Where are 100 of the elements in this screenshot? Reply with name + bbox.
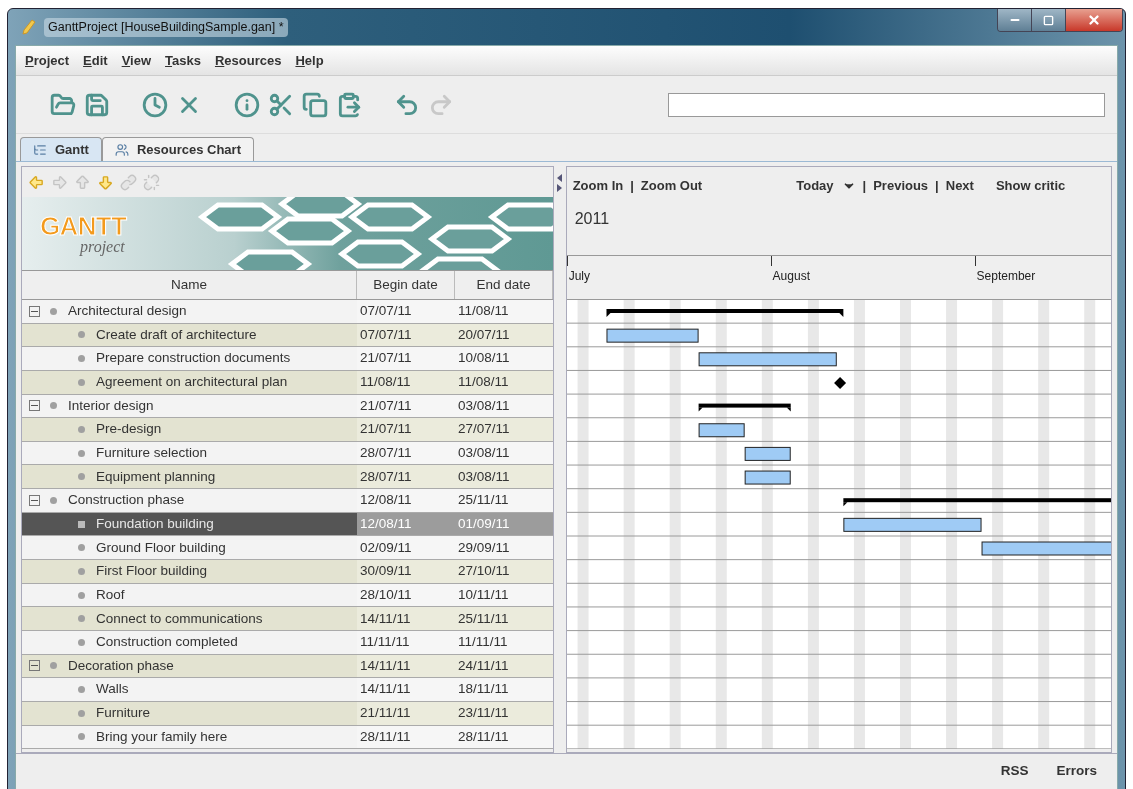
column-header[interactable]: Begin date <box>357 271 455 299</box>
summary-bar[interactable] <box>843 498 1111 507</box>
begin-date: 07/07/11 <box>357 300 455 323</box>
task-bar[interactable] <box>843 517 982 532</box>
task-bullet-icon <box>78 544 85 552</box>
splitter-arrows-icon[interactable] <box>556 174 563 192</box>
collapse-icon[interactable] <box>29 400 40 412</box>
task-bullet-icon <box>78 733 85 741</box>
end-date: 11/08/11 <box>455 370 553 394</box>
toolbar-link[interactable]: Previous <box>873 176 929 196</box>
task-name: Interior design <box>68 396 154 415</box>
task-bullet-icon <box>78 567 85 575</box>
begin-date: 02/09/11 <box>357 536 455 560</box>
window-title: GanttProject [HouseBuildingSample.gan] * <box>44 18 288 37</box>
begin-date: 21/07/11 <box>357 418 455 441</box>
begin-date: 14/11/11 <box>357 607 455 630</box>
begin-date: 14/11/11 <box>357 654 455 678</box>
task-bullet-icon <box>78 615 85 623</box>
task-name: Furniture selection <box>96 444 208 463</box>
begin-date: 11/11/11 <box>357 630 455 654</box>
task-bullet-icon <box>50 662 57 670</box>
task-bullet-icon <box>78 473 85 481</box>
summary-bar[interactable] <box>698 403 791 412</box>
separator-text: | <box>630 177 634 196</box>
task-bullet-icon <box>78 638 85 646</box>
end-date: 11/11/11 <box>455 630 553 654</box>
begin-date: 28/11/11 <box>357 725 455 749</box>
month-label: September <box>975 269 1036 283</box>
menu-item[interactable]: Resources <box>214 50 282 71</box>
end-date: 10/08/11 <box>455 347 553 370</box>
end-date: 25/11/11 <box>455 489 553 512</box>
status-link[interactable]: RSS <box>1000 760 1029 782</box>
task-name: Create draft of architecture <box>96 325 257 344</box>
task-name: Construction phase <box>68 491 185 510</box>
task-name: Agreement on architectural plan <box>96 373 288 392</box>
end-date: 27/10/11 <box>455 560 553 583</box>
begin-date: 11/08/11 <box>357 370 455 394</box>
end-date: 25/11/11 <box>455 607 553 630</box>
logo-subtitle: project <box>80 238 126 255</box>
begin-date: 12/08/11 <box>357 512 455 536</box>
logo-text: GANTT <box>40 212 127 239</box>
task-name: Roof <box>96 585 125 604</box>
minimize-button[interactable] <box>998 9 1032 31</box>
task-name: Connect to communications <box>96 609 263 628</box>
tab[interactable]: Gantt <box>20 137 102 161</box>
tab[interactable]: Resources Chart <box>101 137 254 161</box>
task-name: Architectural design <box>68 302 187 321</box>
menu-item[interactable]: Edit <box>83 50 108 71</box>
task-name: First Floor building <box>96 562 208 581</box>
column-header[interactable]: Name <box>22 271 357 299</box>
end-date: 01/09/11 <box>455 512 553 536</box>
toolbar-link[interactable]: Zoom In <box>572 176 624 196</box>
task-name: Furniture <box>96 704 151 723</box>
begin-date: 30/09/11 <box>357 560 455 583</box>
begin-date: 21/11/11 <box>357 701 455 725</box>
toolbar-link[interactable]: Next <box>945 176 974 196</box>
task-bullet-icon <box>78 709 85 717</box>
maximize-icon <box>1043 14 1054 26</box>
task-name: Prepare construction documents <box>96 349 291 368</box>
task-name: Construction completed <box>96 633 238 652</box>
summary-bar[interactable] <box>606 309 843 317</box>
menu-item[interactable]: Project <box>25 50 70 71</box>
search-field[interactable] <box>668 92 1105 117</box>
begin-date: 28/07/11 <box>357 441 455 465</box>
task-bullet-icon <box>78 378 85 386</box>
toolbar-link[interactable]: Zoom Out <box>640 176 703 196</box>
status-link[interactable]: Errors <box>1056 760 1097 782</box>
task-bullet-icon <box>78 591 85 599</box>
task-name: Walls <box>96 680 129 699</box>
collapse-icon[interactable] <box>29 660 40 672</box>
menu-item[interactable]: Help <box>295 50 324 71</box>
task-bar[interactable] <box>744 446 791 461</box>
task-name: Decoration phase <box>68 656 174 675</box>
end-date: 28/11/11 <box>455 725 553 749</box>
task-bullet-icon <box>78 449 85 457</box>
column-header[interactable]: End date <box>455 271 553 299</box>
toolbar-link[interactable]: Show critic <box>995 176 1066 196</box>
task-name: Bring your family here <box>96 727 228 746</box>
menu-item[interactable]: View <box>121 50 152 71</box>
close-icon <box>1087 13 1101 27</box>
task-name: Equipment planning <box>96 467 216 486</box>
task-bullet-icon <box>78 520 85 528</box>
today-dropdown[interactable]: Today <box>796 176 856 196</box>
close-button[interactable] <box>1066 9 1122 31</box>
end-date: 24/11/11 <box>455 654 553 678</box>
menu-item[interactable]: Tasks <box>165 50 201 71</box>
begin-date: 28/10/11 <box>357 583 455 607</box>
collapse-icon[interactable] <box>29 494 40 506</box>
begin-date: 21/07/11 <box>357 394 455 418</box>
milestone-diamond[interactable] <box>833 376 846 389</box>
collapse-icon[interactable] <box>29 305 40 317</box>
task-bar[interactable] <box>698 423 745 438</box>
begin-date: 14/11/11 <box>357 678 455 701</box>
task-bar[interactable] <box>698 352 837 367</box>
tree-icon <box>33 142 47 157</box>
month-label: July <box>567 269 590 283</box>
maximize-button[interactable] <box>1032 9 1066 31</box>
task-name: Ground Floor building <box>96 538 226 557</box>
end-date: 23/11/11 <box>455 701 553 725</box>
task-bullet-icon <box>50 402 57 410</box>
